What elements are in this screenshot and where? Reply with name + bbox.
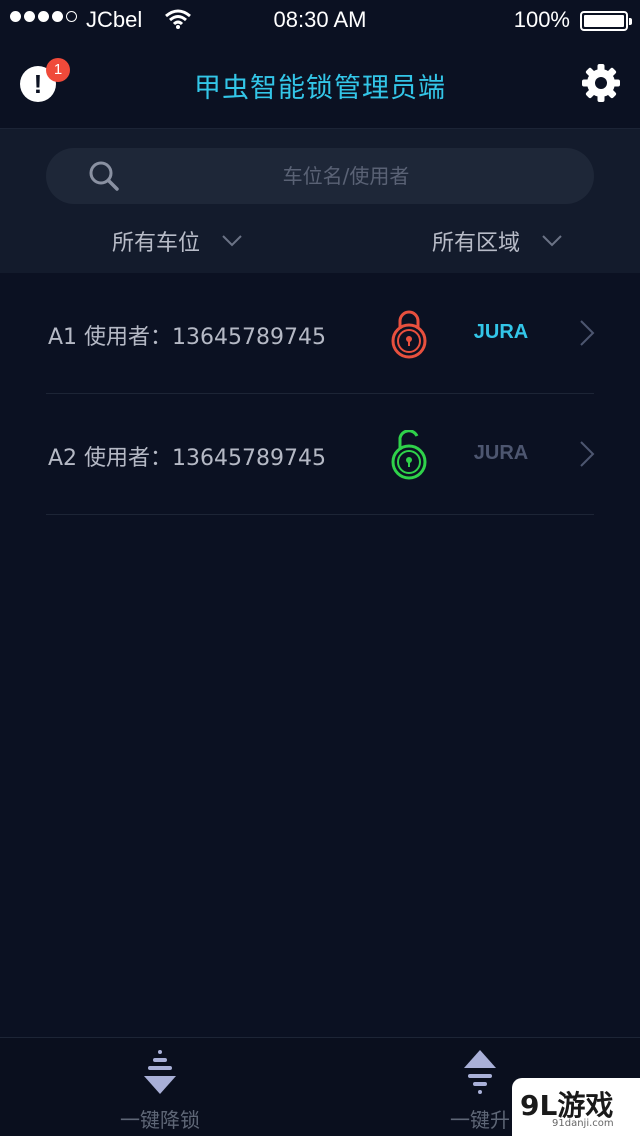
zone-label: JURA [473, 321, 529, 343]
battery-percentage: 100% [513, 7, 570, 32]
spot-filter-label: 所有车位 [112, 231, 201, 256]
app-header: ! 1 甲虫智能锁管理员端 [0, 40, 640, 128]
parking-spot-list: A1 使用者：13645789745 JURA A2 使用者：136457897… [46, 273, 595, 515]
list-item[interactable]: A1 使用者：13645789745 JURA [46, 273, 595, 394]
search-bar[interactable] [46, 148, 594, 204]
lower-all-label: 一键降锁 [120, 1108, 200, 1132]
lower-all-button[interactable]: 一键降锁 [80, 1048, 240, 1133]
zone-label: JURA [473, 442, 529, 464]
watermark-url: 91danji.com [552, 1118, 614, 1129]
lower-arrow-icon [144, 1050, 176, 1094]
area-filter-label: 所有区域 [432, 231, 521, 256]
battery-icon [580, 11, 632, 31]
watermark-logo: 9L游戏 91danji.com [512, 1078, 640, 1136]
area-filter-dropdown[interactable]: 所有区域 [432, 225, 562, 257]
search-icon [89, 161, 119, 191]
status-bar: JCbel 08:30 AM 100% [0, 0, 640, 40]
chevron-down-icon [542, 235, 562, 247]
spot-label: A2 使用者：13645789745 [48, 446, 327, 471]
chevron-right-icon [580, 320, 595, 346]
search-input[interactable] [146, 148, 546, 204]
filter-panel: 所有车位 所有区域 [0, 128, 640, 273]
unlocked-lock-icon [391, 430, 427, 480]
list-item[interactable]: A2 使用者：13645789745 JURA [46, 394, 595, 515]
locked-lock-icon [391, 310, 427, 359]
spot-label: A1 使用者：13645789745 [48, 325, 327, 350]
spot-filter-dropdown[interactable]: 所有车位 [112, 225, 242, 257]
raise-arrow-icon [464, 1050, 496, 1094]
chevron-down-icon [222, 235, 242, 247]
page-title: 甲虫智能锁管理员端 [194, 73, 446, 104]
gear-icon[interactable] [580, 62, 622, 104]
chevron-right-icon [580, 441, 595, 467]
